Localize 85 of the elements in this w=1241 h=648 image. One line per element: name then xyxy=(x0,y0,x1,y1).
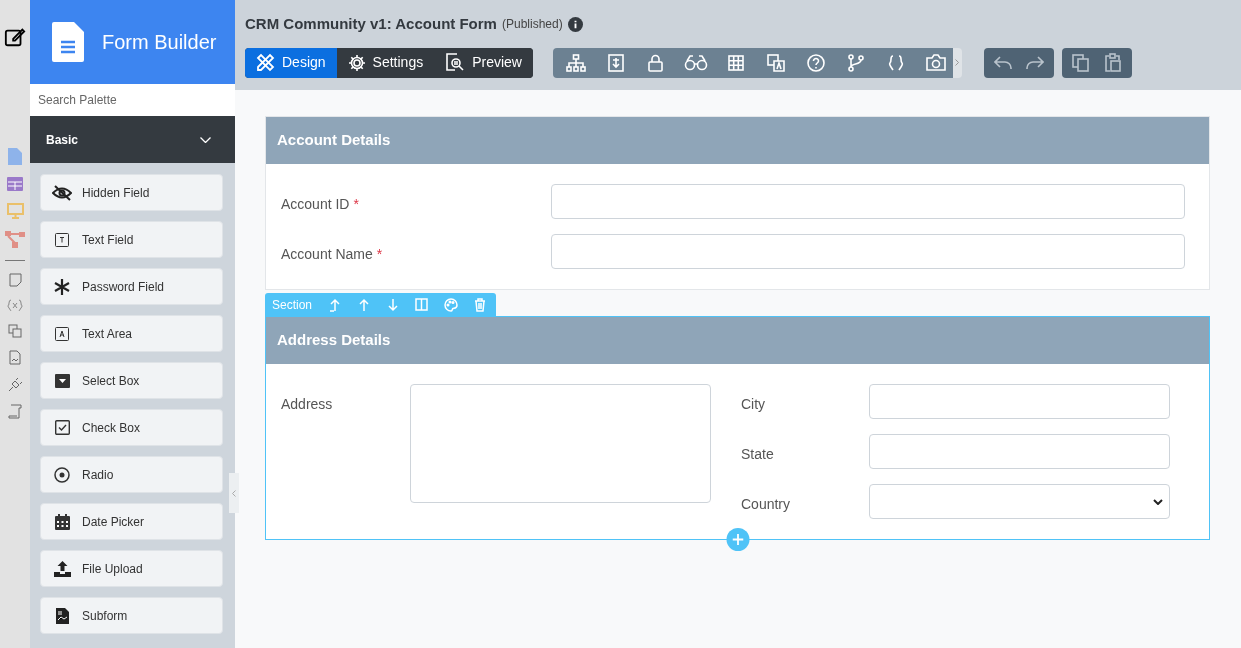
search-field[interactable]: Search Palette xyxy=(30,84,235,116)
textarea-field[interactable] xyxy=(410,384,711,503)
field-label: City xyxy=(741,395,766,414)
form-title: CRM Community v1: Account Form xyxy=(245,14,497,34)
section-title: Account Details xyxy=(266,117,1209,164)
variable-icon[interactable] xyxy=(7,299,23,312)
trash-icon xyxy=(473,297,486,312)
chevron-right-icon xyxy=(955,59,960,66)
required-asterisk: * xyxy=(353,195,359,214)
category-header[interactable]: Basic xyxy=(30,116,235,163)
palette-item[interactable]: Radio xyxy=(40,456,223,493)
palette-item[interactable]: Password Field xyxy=(40,268,223,305)
note-icon[interactable] xyxy=(8,273,22,287)
app-title: Form Builder xyxy=(102,30,217,55)
section-label: Section xyxy=(272,296,313,314)
text-input-field[interactable] xyxy=(551,184,1185,219)
field-label: Account Name xyxy=(281,245,373,264)
undo-icon xyxy=(994,55,1012,70)
file-chart-icon xyxy=(55,607,69,624)
text-input-field[interactable] xyxy=(869,384,1170,419)
field-label: State xyxy=(741,445,774,464)
collapse-handle[interactable] xyxy=(229,473,239,513)
download-box-icon xyxy=(608,53,624,72)
required-asterisk: * xyxy=(376,245,383,264)
chevron-down-icon xyxy=(1153,498,1163,505)
scroll-icon[interactable] xyxy=(8,404,22,419)
palette-item[interactable]: Subform xyxy=(40,597,223,634)
hierarchy-icon[interactable] xyxy=(5,231,25,248)
asterisk-icon xyxy=(54,278,70,295)
help-icon xyxy=(807,53,825,72)
braces-icon xyxy=(887,53,905,72)
arrow-down-icon xyxy=(386,297,399,312)
checkbox-icon xyxy=(54,420,70,435)
palette-item[interactable]: File Upload xyxy=(40,550,223,587)
text-area-icon xyxy=(55,326,69,341)
field-label: Country xyxy=(741,495,791,514)
text-input-field[interactable] xyxy=(869,434,1170,469)
select-field[interactable] xyxy=(869,484,1170,519)
plug-icon[interactable] xyxy=(7,377,23,392)
radio-icon xyxy=(54,466,70,483)
columns-icon xyxy=(415,298,429,311)
calendar-icon xyxy=(54,513,70,530)
binoculars-icon xyxy=(684,54,708,71)
search-document-icon xyxy=(445,53,466,72)
camera-icon xyxy=(926,54,946,71)
paste-icon xyxy=(1105,53,1121,72)
arrow-up-icon xyxy=(357,297,370,312)
move-top-icon xyxy=(328,297,341,312)
palette-item[interactable]: Hidden Field xyxy=(40,174,223,211)
palette-item[interactable]: Select Box xyxy=(40,362,223,399)
palette-item[interactable]: Date Picker xyxy=(40,503,223,540)
translate-icon xyxy=(767,53,785,72)
palette-item[interactable]: Text Area xyxy=(40,315,223,352)
branch-icon xyxy=(848,53,864,72)
hidden-eye-icon xyxy=(52,184,72,201)
field-label: Account ID xyxy=(281,195,350,214)
palette-icon xyxy=(443,297,458,312)
plus-icon xyxy=(732,534,743,545)
info-icon[interactable] xyxy=(567,16,583,32)
document-icon xyxy=(52,22,84,62)
section-title: Address Details xyxy=(266,317,1209,364)
text-field-icon xyxy=(55,232,69,247)
field-label: Address xyxy=(281,395,333,414)
palette-item[interactable]: Text Field xyxy=(40,221,223,258)
hierarchy-icon xyxy=(566,53,586,72)
table-icon[interactable] xyxy=(7,177,23,191)
grid-icon xyxy=(728,54,744,71)
settings-icon xyxy=(347,53,366,72)
document-icon[interactable] xyxy=(8,148,22,165)
dropdown-icon xyxy=(54,373,70,388)
tab[interactable]: Design xyxy=(245,47,337,78)
status-label: (Published) xyxy=(501,16,563,34)
palette-item[interactable]: Check Box xyxy=(40,409,223,446)
chevron-left-icon xyxy=(232,489,236,497)
lock-icon xyxy=(648,53,664,72)
copy-icon xyxy=(1072,53,1090,72)
edit-icon[interactable] xyxy=(4,26,26,48)
add-section-button[interactable] xyxy=(726,528,749,551)
pencil-ruler-icon xyxy=(256,53,275,72)
text-input-field[interactable] xyxy=(551,234,1185,269)
translate-icon[interactable] xyxy=(8,324,22,338)
redo-icon xyxy=(1026,55,1044,70)
image-file-icon[interactable] xyxy=(9,350,21,365)
upload-icon xyxy=(53,560,71,577)
scroll-right-handle[interactable] xyxy=(953,47,962,78)
